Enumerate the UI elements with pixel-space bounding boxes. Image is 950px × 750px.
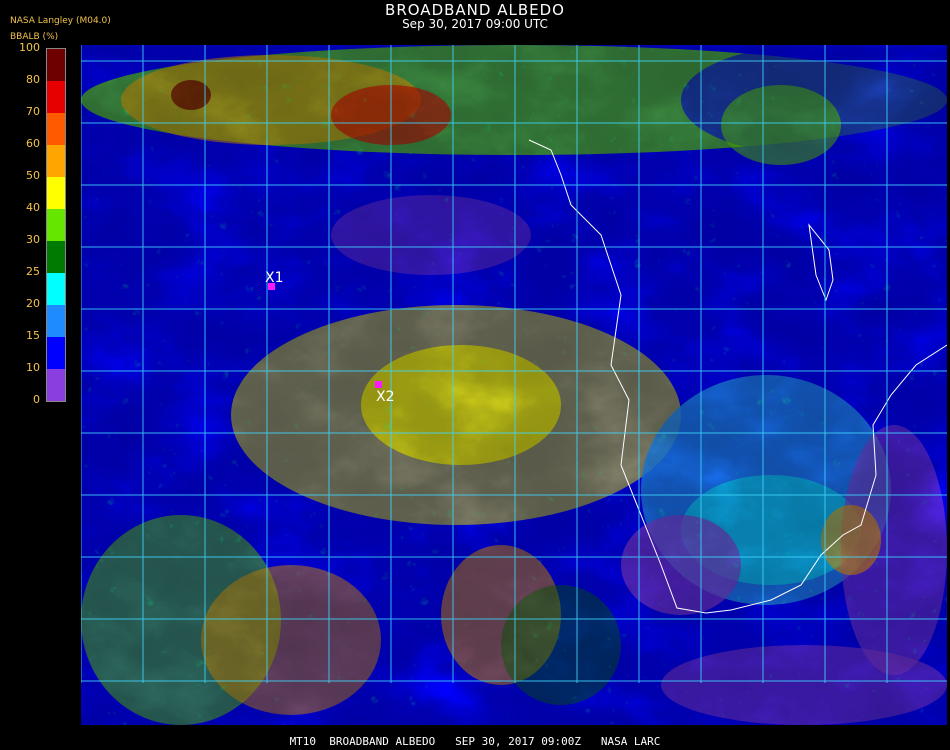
image-datetime: Sep 30, 2017 09:00 UTC: [402, 17, 548, 31]
legend-band: [47, 145, 65, 178]
legend-band: [47, 81, 65, 114]
legend-tick-label: 60: [26, 137, 40, 150]
legend-tick-label: 80: [26, 73, 40, 86]
legend-band: [47, 273, 65, 306]
marker-label: X2: [376, 389, 395, 405]
legend-tick-label: 25: [26, 265, 40, 278]
legend-band: [47, 337, 65, 370]
legend-band: [47, 177, 65, 210]
legend-tick-label: 0: [33, 393, 40, 406]
legend-tick-label: 40: [26, 201, 40, 214]
legend-band: [47, 209, 65, 242]
footer-caption: MT10 BROADBAND ALBEDO SEP 30, 2017 09:00…: [289, 735, 661, 748]
legend-tick-label: 15: [26, 329, 40, 342]
legend-tick-label: 20: [26, 297, 40, 310]
albedo-map: X1 X2: [81, 45, 947, 725]
color-scale-bar: [46, 48, 66, 402]
legend-band: [47, 113, 65, 146]
legend-tick-label: 10: [26, 361, 40, 374]
marker-point: [375, 381, 382, 388]
legend-band: [47, 369, 65, 401]
legend-tick-label: 50: [26, 169, 40, 182]
legend-tick-label: 70: [26, 105, 40, 118]
cloud-speckle: [81, 45, 947, 725]
legend-band: [47, 49, 65, 82]
marker-label: X1: [265, 270, 284, 286]
legend-band: [47, 305, 65, 338]
legend-tick-label: 30: [26, 233, 40, 246]
legend-tick-label: 100: [19, 41, 40, 54]
legend-band: [47, 241, 65, 274]
data-source-label: NASA Langley (M04.0): [10, 16, 111, 26]
